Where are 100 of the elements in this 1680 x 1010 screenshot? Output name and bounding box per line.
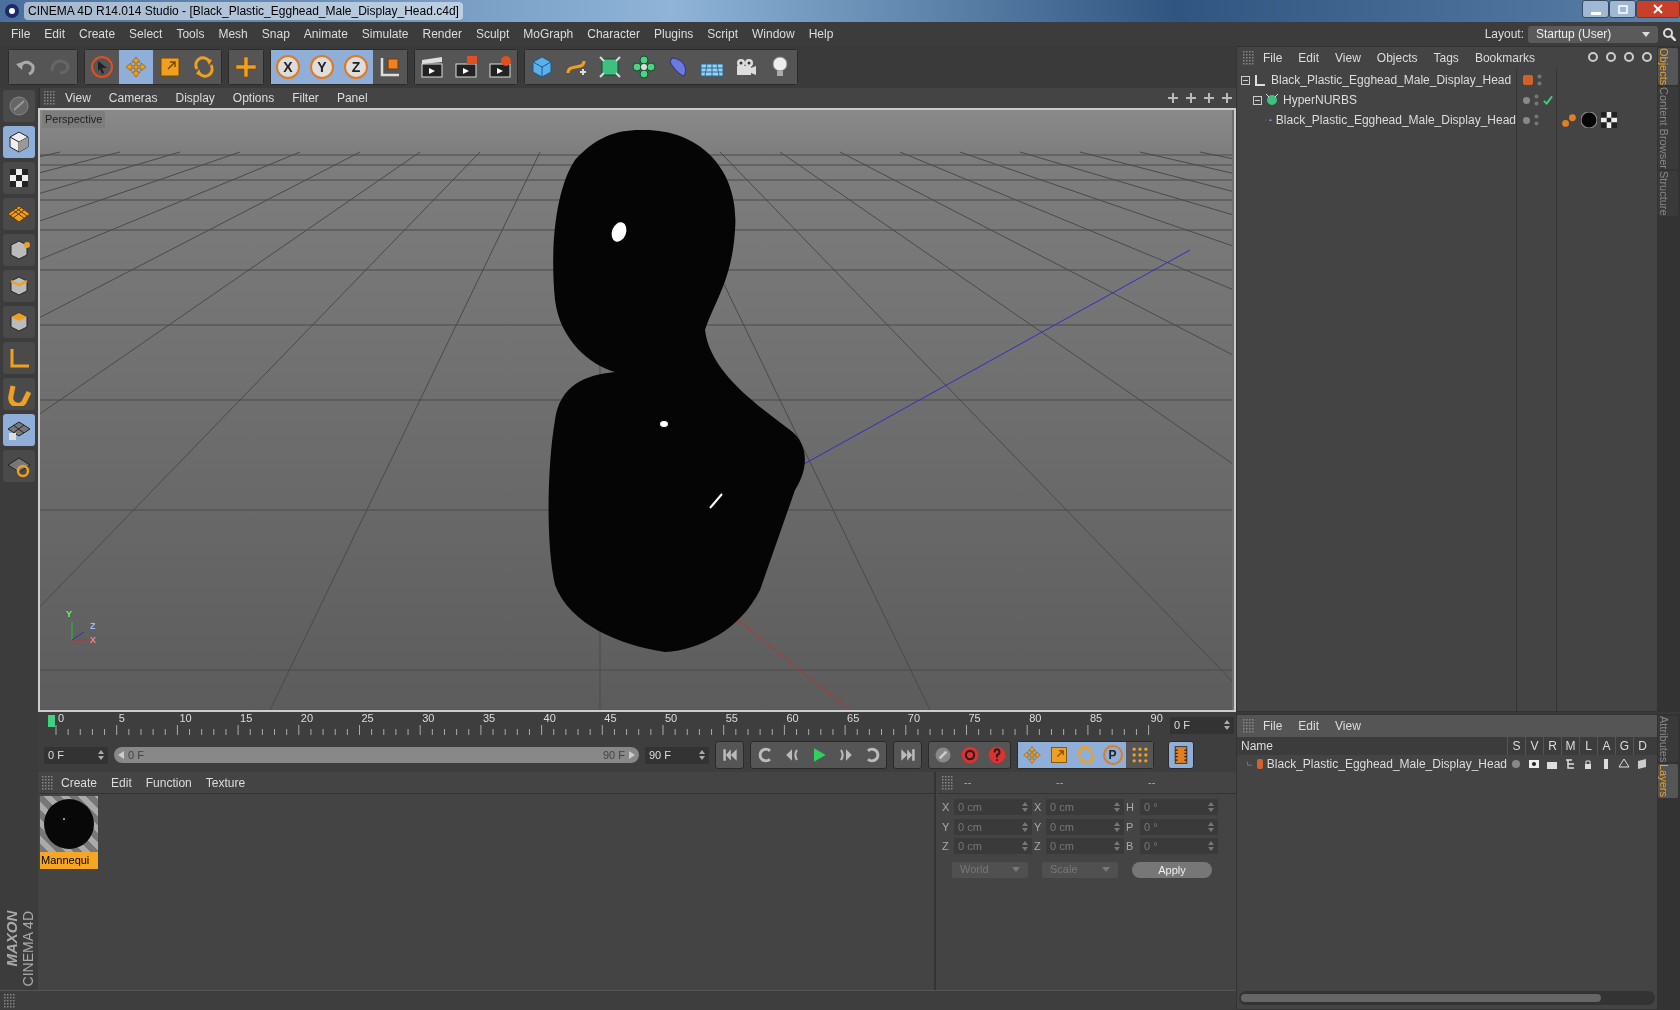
end-frame-field[interactable]: 90 F	[645, 746, 709, 764]
tool-button[interactable]	[3, 450, 35, 482]
column-header[interactable]: S	[1507, 737, 1525, 755]
menu-item[interactable]: Character	[580, 25, 647, 43]
faded-tool-icon	[7, 94, 31, 118]
layout-dropdown[interactable]: Startup (User)	[1528, 25, 1658, 43]
column-header[interactable]: L	[1579, 737, 1597, 755]
start-frame-field[interactable]: 0 F	[44, 746, 108, 764]
menu-item[interactable]: Cameras	[99, 89, 167, 107]
column-header: --	[1055, 775, 1065, 791]
menu-item[interactable]: Display	[166, 89, 224, 107]
column-header[interactable]: M	[1561, 737, 1579, 755]
menu-item[interactable]: Sculpt	[468, 25, 517, 43]
menu-item[interactable]: Script	[700, 25, 745, 43]
material-swatch[interactable]: Mannequi	[40, 796, 98, 869]
menu-item[interactable]: Window	[745, 25, 802, 43]
point-cube-icon	[7, 238, 31, 262]
grip-icon	[1243, 51, 1255, 65]
tool-button[interactable]	[3, 126, 35, 158]
column-header: --	[1147, 775, 1157, 791]
menu-item[interactable]: Texture	[198, 773, 253, 792]
menu-item[interactable]: Help	[801, 25, 841, 43]
tool-button[interactable]	[3, 306, 35, 338]
object-row[interactable]: Black_Plastic_Egghead_Male_Display_Head	[1237, 70, 1516, 90]
menu-item[interactable]: File	[4, 25, 38, 43]
menu-item[interactable]: Select	[122, 25, 170, 43]
column-header[interactable]: A	[1597, 737, 1615, 755]
menu-item[interactable]: Mesh	[211, 25, 255, 43]
visibility-dots-icon	[1534, 94, 1539, 106]
side-tab[interactable]: Layers	[1658, 764, 1678, 798]
menu-item[interactable]: Objects	[1368, 49, 1426, 67]
column-header[interactable]: Name	[1237, 737, 1507, 755]
object-row[interactable]: HyperNURBS	[1237, 90, 1516, 110]
menu-item[interactable]: MoGraph	[516, 25, 581, 43]
menu-item[interactable]: View	[1327, 49, 1369, 67]
tool-button[interactable]	[3, 162, 35, 194]
tool-button[interactable]	[3, 234, 35, 266]
menu-item[interactable]: Edit	[1290, 717, 1328, 735]
menu-item[interactable]: Simulate	[354, 25, 416, 43]
menu-item[interactable]: Panel	[327, 89, 377, 107]
minimize-button[interactable]	[1582, 0, 1609, 18]
axis-label: Y	[66, 610, 72, 619]
playhead-marker[interactable]	[48, 715, 55, 727]
menu-item[interactable]: Options	[223, 89, 284, 107]
viewport-label: Perspective	[42, 111, 106, 128]
menu-item[interactable]: Edit	[104, 773, 139, 792]
column-header[interactable]: D	[1633, 737, 1651, 755]
edge-cube-icon	[7, 274, 31, 298]
lock-icon	[1582, 758, 1594, 770]
menu-item[interactable]: Edit	[1290, 49, 1328, 67]
frame-field[interactable]: 0 F	[1170, 716, 1234, 734]
spinner-icon	[1022, 821, 1028, 832]
menu-item[interactable]: Create	[72, 25, 123, 43]
menu-item[interactable]: Bookmarks	[1466, 49, 1543, 67]
layer-row[interactable]: Black_Plastic_Egghead_Male_Display_Head	[1237, 755, 1657, 773]
menu-item[interactable]: Render	[415, 25, 469, 43]
maximize-button[interactable]	[1609, 0, 1636, 18]
apply-button[interactable]: Apply	[1132, 861, 1212, 878]
menu-item[interactable]: Edit	[37, 25, 73, 43]
side-tab[interactable]: Objects	[1658, 48, 1678, 86]
grip-icon	[1243, 719, 1255, 733]
close-button[interactable]	[1636, 0, 1680, 18]
scale-icon	[158, 55, 182, 79]
tick-label: 0	[58, 713, 65, 724]
menu-item[interactable]: Filter	[283, 89, 328, 107]
timeline-toggle-button[interactable]	[1168, 741, 1194, 769]
menu-item[interactable]: Plugins	[646, 25, 701, 43]
menu-item[interactable]: View	[1327, 717, 1369, 735]
horizontal-scrollbar[interactable]	[1239, 991, 1655, 1005]
object-row[interactable]: Black_Plastic_Egghead_Male_Display_Head	[1237, 110, 1516, 130]
menu-item[interactable]: Animate	[296, 25, 355, 43]
axis-label: Z	[90, 622, 96, 631]
column-header[interactable]: R	[1543, 737, 1561, 755]
tool-button[interactable]	[3, 270, 35, 302]
tick-label: 40	[543, 713, 556, 724]
column-header: --	[963, 775, 973, 791]
menu-item[interactable]: Snap	[254, 25, 297, 43]
dropdown-arrow-icon	[1012, 867, 1020, 872]
axis-label: H	[1126, 800, 1135, 815]
material-name: Mannequi	[40, 852, 98, 869]
column-header[interactable]: V	[1525, 737, 1543, 755]
menu-item[interactable]: Function	[138, 773, 199, 792]
column-header[interactable]: G	[1615, 737, 1633, 755]
menu-item[interactable]: File	[1255, 717, 1291, 735]
close-icon	[1650, 2, 1666, 16]
menu-item[interactable]: File	[1255, 49, 1291, 67]
scrollbar-thumb[interactable]	[1241, 994, 1601, 1002]
range-start-label: 0 F	[128, 747, 145, 763]
grip-icon	[942, 775, 954, 790]
menu-item[interactable]: Tags	[1425, 49, 1467, 67]
tick-label: 60	[786, 713, 799, 724]
menu-item[interactable]: View	[56, 89, 100, 107]
menu-item[interactable]: Create	[54, 773, 105, 792]
axis-label: B	[1126, 839, 1135, 854]
tree-branch-icon	[1247, 760, 1253, 768]
record-icon	[959, 745, 980, 765]
menu-item[interactable]: Tools	[169, 25, 212, 43]
tool-button[interactable]	[3, 414, 35, 446]
subdivision-object-icon	[1265, 93, 1279, 107]
clapperboard-gear-icon	[488, 55, 512, 79]
